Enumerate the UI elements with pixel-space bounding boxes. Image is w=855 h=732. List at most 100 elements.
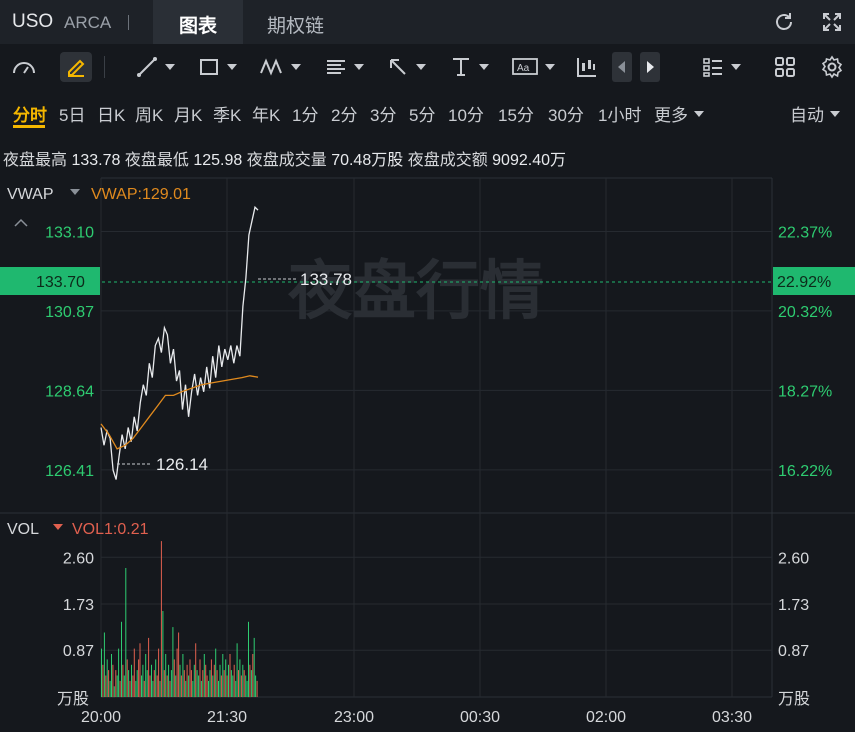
line-tool-button[interactable] — [135, 52, 175, 82]
period-10min[interactable]: 10分 — [448, 101, 484, 126]
volume-bar — [223, 670, 225, 697]
volume-bar — [156, 675, 158, 697]
pattern-tool-icon — [260, 58, 282, 76]
volume-bar — [160, 541, 162, 697]
period-5d[interactable]: 5日 — [59, 101, 85, 126]
x-axis-label: 21:30 — [207, 709, 247, 726]
layout-list-button[interactable] — [701, 52, 741, 82]
period-quarterly[interactable]: 季K — [213, 101, 241, 126]
volume-bar — [249, 664, 251, 698]
stat-low-label: 夜盘最低 — [124, 152, 189, 169]
pattern-tool-button[interactable] — [259, 52, 301, 82]
volume-bar — [170, 670, 172, 697]
price-y-label: 130.87 — [45, 304, 94, 321]
annotation-tool-icon: Aa — [512, 58, 538, 75]
fullscreen-icon[interactable] — [820, 10, 844, 34]
volume-dropdown-icon[interactable] — [53, 524, 63, 530]
volume-bar — [142, 664, 144, 698]
gauge-button[interactable] — [10, 52, 38, 82]
drawing-toolbar: Aa — [0, 44, 855, 92]
volume-bar — [165, 654, 167, 697]
volume-bar — [195, 643, 197, 698]
period-yearly[interactable]: 年K — [252, 101, 280, 126]
volume-bar — [255, 675, 257, 697]
period-15min[interactable]: 15分 — [498, 101, 534, 126]
period-3min[interactable]: 3分 — [370, 101, 396, 126]
list-layout-icon — [703, 58, 722, 77]
volume-bar — [199, 659, 201, 697]
period-more-dropdown[interactable]: 更多 — [654, 101, 704, 126]
volume-y-label-right: 1.73 — [778, 597, 809, 614]
volume-y-label-right: 2.60 — [778, 550, 809, 567]
period-1hour[interactable]: 1小时 — [598, 101, 641, 126]
auto-scale-dropdown[interactable]: 自动 — [790, 101, 840, 126]
tab-option-chain[interactable]: 期权链 — [267, 11, 324, 38]
current-pct-text: 22.92% — [777, 274, 831, 291]
volume-bar — [152, 680, 154, 697]
price-volume-chart[interactable]: 夜盘行情 VWAP VWAP:129.01 VOL VOL1:0.21 133.… — [0, 173, 855, 732]
watermark: 夜盘行情 — [287, 255, 544, 329]
price-indicator-name[interactable]: VWAP — [7, 186, 54, 203]
volume-bar — [243, 670, 245, 697]
draw-mode-button[interactable] — [60, 52, 92, 82]
period-weekly[interactable]: 周K — [135, 101, 163, 126]
candle-type-button[interactable] — [575, 52, 599, 82]
volume-bar — [112, 664, 114, 698]
pct-y-label: 18.27% — [778, 383, 832, 400]
volume-bar — [230, 670, 232, 697]
price-y-label: 128.64 — [45, 383, 94, 400]
prev-button[interactable] — [612, 52, 632, 82]
period-2min[interactable]: 2分 — [331, 101, 357, 126]
volume-bar — [178, 632, 180, 697]
pct-y-label: 20.32% — [778, 304, 832, 321]
volume-bar — [215, 648, 217, 697]
volume-bar — [116, 675, 118, 697]
volume-bar — [218, 680, 219, 697]
annotation-tool-button[interactable]: Aa — [511, 52, 555, 82]
settings-button[interactable] — [820, 52, 844, 82]
period-intraday[interactable]: 分时 — [13, 101, 47, 126]
vwap-line-series — [100, 375, 259, 450]
stat-amount-label: 夜盘成交额 — [407, 152, 488, 169]
volume-bar — [149, 675, 151, 697]
vol-value: VOL1:0.21 — [72, 521, 149, 538]
volume-bar — [232, 675, 234, 697]
svg-text:Aa: Aa — [517, 63, 530, 74]
period-30min[interactable]: 30分 — [548, 101, 584, 126]
period-daily[interactable]: 日K — [97, 101, 125, 126]
volume-bar — [235, 680, 237, 697]
text-tool-button[interactable] — [449, 52, 489, 82]
volume-bar — [205, 664, 207, 698]
stat-volume-value: 70.48万股 — [331, 152, 404, 169]
volume-bar — [202, 670, 204, 697]
price-y-label: 133.10 — [45, 224, 94, 241]
volume-y-label: 1.73 — [63, 597, 94, 614]
volume-unit-right: 万股 — [778, 690, 810, 708]
fib-tool-button[interactable] — [324, 52, 364, 82]
period-monthly[interactable]: 月K — [174, 101, 202, 126]
volume-bar — [148, 637, 150, 697]
volume-bar — [185, 680, 187, 697]
period-1min[interactable]: 1分 — [292, 101, 318, 126]
volume-y-label: 2.60 — [63, 550, 94, 567]
volume-bar — [115, 670, 117, 697]
volume-bar — [145, 654, 147, 697]
refresh-icon[interactable] — [772, 10, 796, 34]
indicator-dropdown-icon[interactable] — [70, 189, 80, 195]
settings-icon — [821, 55, 843, 79]
volume-bar — [136, 670, 138, 697]
volume-bar — [245, 675, 247, 697]
volume-indicator-name[interactable]: VOL — [7, 521, 39, 538]
volume-bar — [101, 648, 102, 697]
period-5min[interactable]: 5分 — [409, 101, 435, 126]
night-session-stats: 夜盘最高 133.78 夜盘最低 125.98 夜盘成交量 70.48万股 夜盘… — [3, 146, 566, 170]
stat-amount-value: 9092.40万 — [492, 152, 566, 169]
next-button[interactable] — [640, 52, 660, 82]
collapse-icon[interactable] — [14, 218, 28, 227]
rectangle-tool-button[interactable] — [197, 52, 237, 82]
grid-layout-button[interactable] — [773, 52, 797, 82]
volume-bar — [143, 680, 145, 697]
stat-high-value: 133.78 — [71, 152, 121, 169]
arrow-tool-button[interactable] — [386, 52, 426, 82]
tab-chart[interactable]: 图表 — [153, 0, 243, 44]
